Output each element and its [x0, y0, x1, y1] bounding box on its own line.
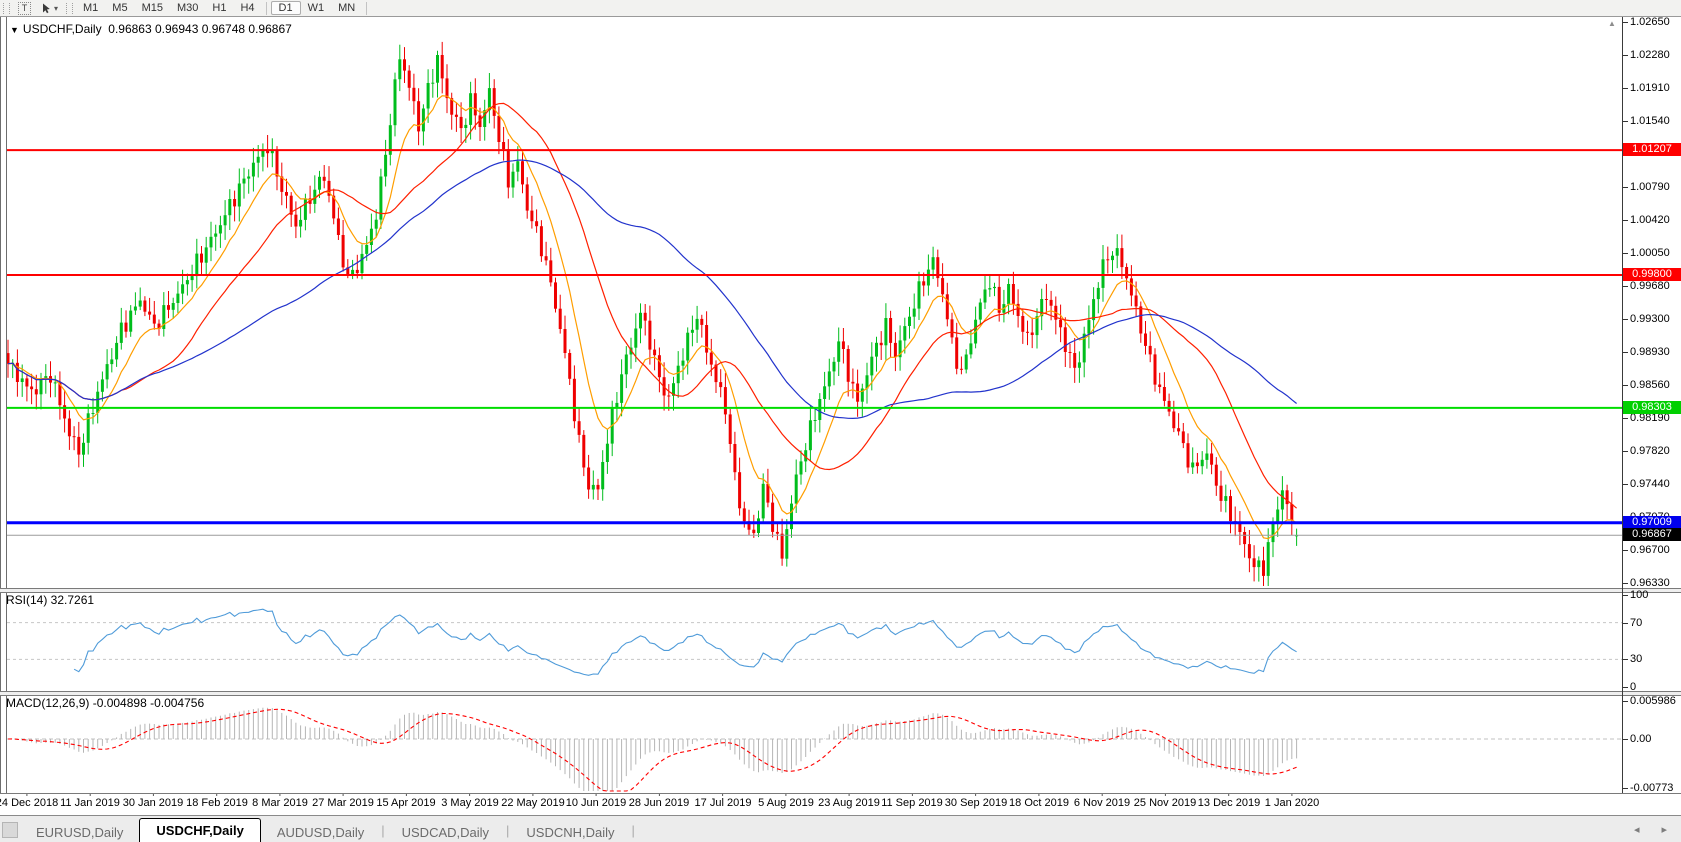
price-axis-label: 0.98930 — [1623, 346, 1670, 358]
macd-indicator-label: MACD(12,26,9) -0.004898 -0.004756 — [6, 696, 205, 710]
date-label: 24 Dec 2018 — [0, 797, 59, 809]
cursor-arrow-icon — [43, 3, 50, 13]
chart-tabs: EURUSD,Daily USDCHF,Daily AUDUSD,Daily | USD… — [20, 818, 636, 842]
date-label: 13 Dec 2019 — [1197, 797, 1261, 809]
toolbar-grip-2[interactable] — [66, 2, 74, 14]
date-label: 11 Sep 2019 — [881, 797, 943, 809]
price-axis-label: 1.00420 — [1623, 214, 1670, 226]
date-label: 10 Jun 2019 — [565, 797, 627, 809]
indicator-axis-label: 0.00 — [1622, 733, 1652, 745]
pane-divider-macd[interactable] — [0, 691, 1681, 696]
date-label: 17 Jul 2019 — [694, 797, 752, 809]
scroll-up-icon[interactable]: ▲ — [1608, 19, 1616, 28]
timeframe-button-d1[interactable]: D1 — [270, 1, 301, 15]
date-label: 23 Aug 2019 — [818, 797, 880, 809]
pane-divider-rsi[interactable] — [0, 588, 1681, 593]
chart-symbol-label: USDCHF,Daily — [22, 22, 102, 36]
price-axis-label: 1.02280 — [1623, 49, 1670, 61]
tabbar-corner — [2, 822, 18, 838]
indicator-axis-label: 30 — [1622, 653, 1643, 665]
indicator-axis-label: -0.00773 — [1622, 782, 1674, 794]
timeframe-group: M1 M5 M15 M30 H1 H4 D1 W1 MN — [76, 1, 371, 15]
rsi-pane[interactable] — [0, 593, 1622, 691]
indicator-axis-label: 70 — [1622, 617, 1643, 629]
date-label: 6 Nov 2019 — [1073, 797, 1131, 809]
price-level-badge-1.01207: 1.01207 — [1623, 143, 1681, 156]
timeframe-button-h4[interactable]: H4 — [233, 1, 261, 15]
tab-separator: | — [631, 823, 635, 838]
tab-bar: EURUSD,Daily USDCHF,Daily AUDUSD,Daily | USD… — [0, 815, 1681, 842]
date-label: 30 Jan 2019 — [122, 797, 184, 809]
tab-usdcnh-daily[interactable]: USDCNH,Daily — [510, 822, 630, 842]
mt4-window: T ▾ M1 M5 M15 M30 H1 H4 D1 W1 MN ▼ USDCHF,Daily 0… — [0, 0, 1681, 842]
indicator-axis-label: 100 — [1622, 589, 1649, 601]
date-label: 8 Mar 2019 — [252, 797, 308, 809]
date-label: 30 Sep 2019 — [944, 797, 1008, 809]
timeframe-button-m30[interactable]: M30 — [170, 1, 205, 15]
text-tool-icon: T — [18, 1, 31, 15]
price-axis-label: 0.97440 — [1623, 478, 1670, 490]
chart-window: ▼ USDCHF,Daily 0.96863 0.96943 0.96748 0.… — [0, 16, 1681, 815]
price-axis-label: 1.02650 — [1623, 16, 1670, 28]
timeframe-button-w1[interactable]: W1 — [301, 1, 332, 15]
dropdown-arrow-icon: ▾ — [54, 3, 59, 13]
timeframe-button-mn[interactable]: MN — [331, 1, 362, 15]
cursor-tool-button[interactable]: ▾ — [36, 1, 63, 16]
price-axis-label: 1.00790 — [1623, 181, 1670, 193]
tab-scroll-left-icon[interactable]: ◂ — [1634, 823, 1640, 836]
macd-pane[interactable] — [0, 696, 1622, 793]
tab-audusd-daily[interactable]: AUDUSD,Daily — [261, 822, 380, 842]
date-label: 3 May 2019 — [441, 797, 499, 809]
timeframe-button-m15[interactable]: M15 — [135, 1, 170, 15]
timeframe-button-m5[interactable]: M5 — [105, 1, 134, 15]
text-tool-button[interactable]: T — [13, 1, 36, 16]
price-axis-label: 0.99300 — [1623, 313, 1670, 325]
date-label: 22 May 2019 — [501, 797, 565, 809]
price-axis-label: 1.00050 — [1623, 247, 1670, 259]
tab-eurusd-daily[interactable]: EURUSD,Daily — [20, 822, 139, 842]
chart-ohlc-values: 0.96863 0.96943 0.96748 0.96867 — [108, 22, 292, 36]
tab-usdcad-daily[interactable]: USDCAD,Daily — [386, 822, 505, 842]
price-axis-label: 1.01910 — [1623, 82, 1670, 94]
price-axis-label: 1.01540 — [1623, 115, 1670, 127]
date-label: 28 Jun 2019 — [628, 797, 690, 809]
date-label: 18 Feb 2019 — [186, 797, 248, 809]
timeframe-button-h1[interactable]: H1 — [205, 1, 233, 15]
date-label: 27 Mar 2019 — [312, 797, 374, 809]
rsi-indicator-label: RSI(14) 32.7261 — [6, 593, 95, 607]
top-toolbar: T ▾ M1 M5 M15 M30 H1 H4 D1 W1 MN — [0, 0, 1681, 17]
indicator-axis-label: 0.005986 — [1623, 695, 1676, 707]
date-label: 11 Jan 2019 — [60, 797, 120, 809]
price-axis-label: 0.97820 — [1623, 445, 1670, 457]
price-axis-label: 0.98560 — [1623, 379, 1670, 391]
chart-bottom-frame — [0, 793, 1681, 794]
date-label: 18 Oct 2019 — [1009, 797, 1069, 809]
price-level-badge-0.99800: 0.99800 — [1623, 268, 1681, 281]
toolbar-grip[interactable] — [3, 2, 10, 14]
indicator-axis-label: 0 — [1622, 681, 1637, 693]
date-label: 1 Jan 2020 — [1264, 797, 1320, 809]
price-axis-label: 0.96700 — [1623, 544, 1670, 556]
date-label: 25 Nov 2019 — [1133, 797, 1197, 809]
price-axis-label: 0.96330 — [1623, 577, 1670, 589]
collapse-triangle-icon[interactable]: ▼ — [10, 25, 19, 35]
tab-usdchf-daily[interactable]: USDCHF,Daily — [139, 818, 261, 842]
date-label: 5 Aug 2019 — [758, 797, 814, 809]
date-label: 15 Apr 2019 — [376, 797, 436, 809]
tab-scroll-controls: ◂ ▸ — [1634, 823, 1681, 842]
price-pane[interactable] — [0, 17, 1622, 588]
price-level-badge-0.98303: 0.98303 — [1623, 401, 1681, 414]
price-axis-label: 0.99680 — [1623, 280, 1670, 292]
timeframe-button-m1[interactable]: M1 — [76, 1, 105, 15]
tab-scroll-right-icon[interactable]: ▸ — [1661, 823, 1667, 836]
price-level-badge-0.96867: 0.96867 — [1623, 528, 1681, 541]
chart-title: ▼ USDCHF,Daily 0.96863 0.96943 0.96748 0.… — [10, 22, 292, 36]
